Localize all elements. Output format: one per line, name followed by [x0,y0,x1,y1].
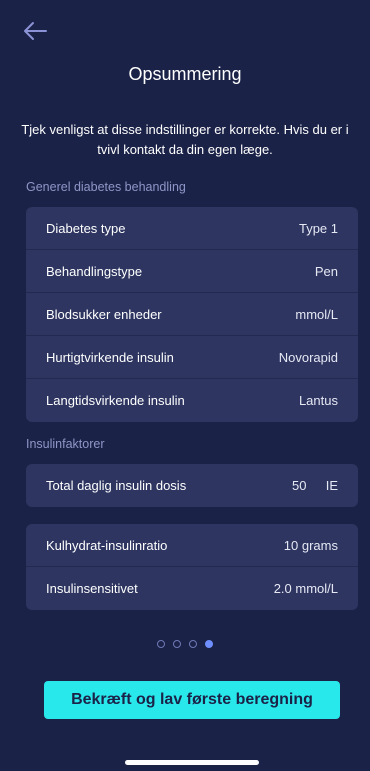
row-label: Blodsukker enheder [46,306,162,322]
row-label: Kulhydrat-insulinratio [46,537,168,553]
row-value: Pen [314,263,338,279]
row-value: Novorapid [278,349,338,365]
row-value: 50 IE [292,478,338,493]
page-dot[interactable] [157,640,165,648]
confirm-button[interactable]: Bekræft og lav første beregning [44,681,340,719]
page-dot[interactable] [173,640,181,648]
dose-value: 50 [291,478,307,493]
section-label-factors: Insulinfaktorer [26,437,105,451]
page-dot-active[interactable] [205,640,213,648]
total-dose-card: Total daglig insulin dosis 50 IE [26,464,358,507]
row-label: Insulinsensitivet [46,581,138,596]
page-indicator [0,640,370,648]
row-treatment-type[interactable]: Behandlingstype Pen [26,250,358,293]
row-label: Diabetes type [46,220,126,236]
row-value: 2.0 mmol/L [273,581,338,596]
row-label: Hurtigtvirkende insulin [46,349,174,365]
row-rapid-insulin[interactable]: Hurtigtvirkende insulin Novorapid [26,336,358,379]
row-carb-ratio[interactable]: Kulhydrat-insulinratio 10 grams [26,524,358,567]
home-indicator [125,760,259,765]
back-arrow-icon[interactable] [22,20,48,42]
row-value: mmol/L [295,306,338,322]
row-total-daily-dose[interactable]: Total daglig insulin dosis 50 IE [26,464,358,507]
intro-text: Tjek venligst at disse indstillinger er … [21,122,349,157]
page-title: Opsummering [128,64,242,84]
dose-unit: IE [325,478,338,493]
row-label: Total daglig insulin dosis [46,478,187,493]
section-label-general: Generel diabetes behandling [26,180,186,194]
row-long-acting-insulin[interactable]: Langtidsvirkende insulin Lantus [26,379,358,422]
row-value: Lantus [298,393,338,408]
row-value: 10 grams [283,537,338,553]
row-diabetes-type[interactable]: Diabetes type Type 1 [26,207,358,250]
page-dot[interactable] [189,640,197,648]
general-settings-card: Diabetes type Type 1 Behandlingstype Pen… [26,207,358,422]
row-value: Type 1 [298,220,338,236]
row-label: Behandlingstype [46,263,143,279]
row-label: Langtidsvirkende insulin [46,393,185,408]
row-insulin-sensitivity[interactable]: Insulinsensitivet 2.0 mmol/L [26,567,358,610]
insulin-factors-card: Kulhydrat-insulinratio 10 grams Insulins… [26,524,358,610]
row-glucose-units[interactable]: Blodsukker enheder mmol/L [26,293,358,336]
